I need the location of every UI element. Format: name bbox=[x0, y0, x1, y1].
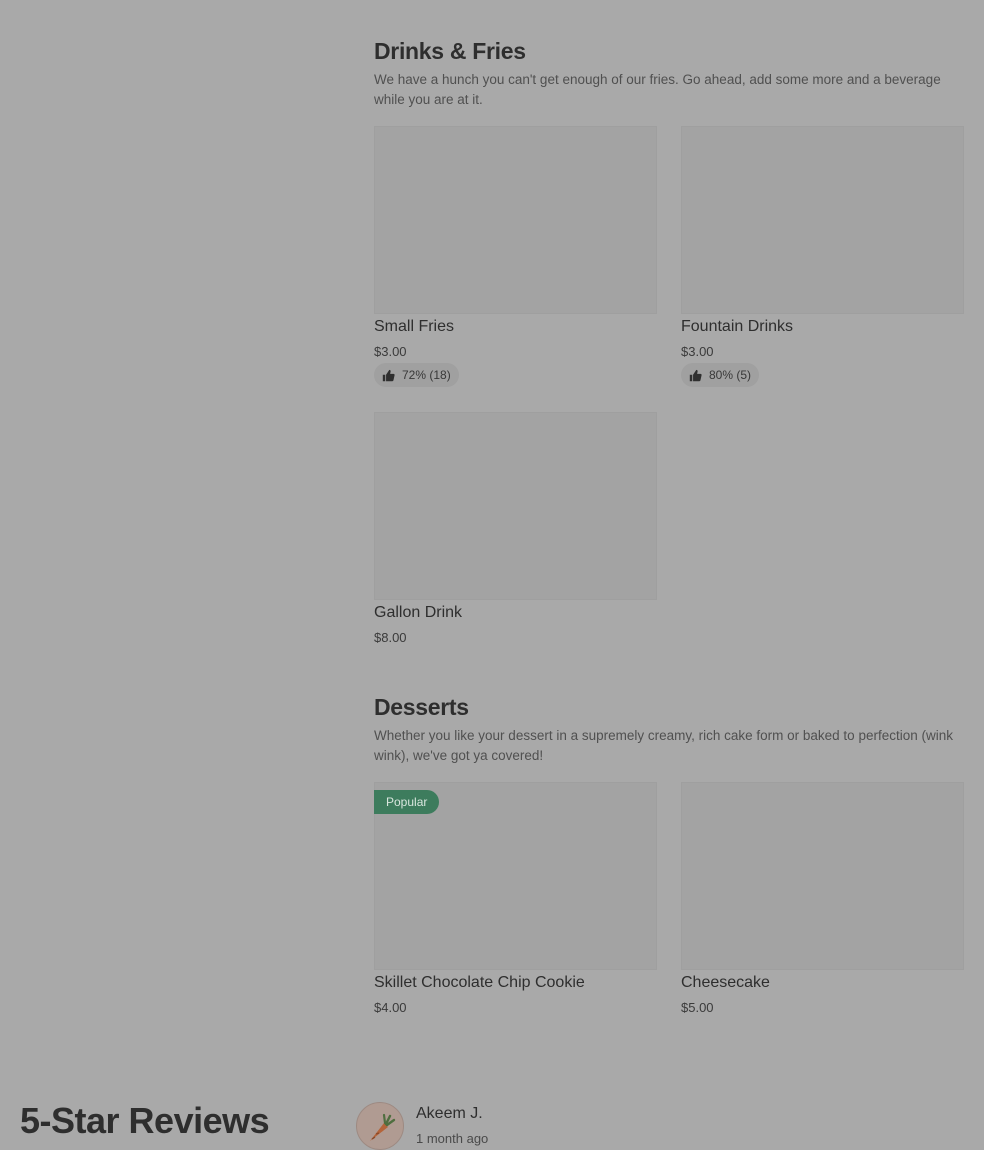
carrot-icon bbox=[370, 1113, 396, 1141]
review-author: Akeem J. bbox=[416, 1105, 483, 1122]
section-description-desserts: Whether you like your dessert in a supre… bbox=[374, 728, 953, 763]
item-name: Skillet Chocolate Chip Cookie bbox=[374, 974, 585, 991]
item-name: Fountain Drinks bbox=[681, 318, 794, 335]
thumbs-up-icon bbox=[689, 369, 702, 381]
item-name: Gallon Drink bbox=[374, 604, 463, 621]
popular-badge: Popular bbox=[374, 790, 440, 814]
item-name: Cheesecake bbox=[681, 974, 770, 991]
section-title-desserts: Desserts bbox=[374, 694, 469, 720]
item-price: $3.00 bbox=[374, 344, 407, 359]
item-image[interactable] bbox=[681, 126, 964, 314]
thumbs-up-icon bbox=[382, 369, 395, 381]
review-time: 1 month ago bbox=[416, 1131, 489, 1146]
section-description-drinks-fries: We have a hunch you can't get enough of … bbox=[374, 72, 941, 107]
item-rating-text: 80% (5) bbox=[709, 368, 752, 382]
item-price: $8.00 bbox=[374, 630, 407, 645]
item-image[interactable] bbox=[374, 412, 657, 600]
reviews-heading: 5-Star Reviews bbox=[20, 1100, 270, 1141]
item-rating-badge: 80% (5) bbox=[681, 363, 760, 387]
item-image[interactable] bbox=[681, 782, 964, 970]
item-name: Small Fries bbox=[374, 318, 455, 335]
item-price: $4.00 bbox=[374, 1000, 407, 1015]
item-rating-badge: 72% (18) bbox=[374, 363, 459, 387]
avatar bbox=[356, 1102, 404, 1150]
item-image[interactable] bbox=[374, 126, 657, 314]
section-title-drinks-fries: Drinks & Fries bbox=[374, 38, 526, 64]
review-card[interactable]: Akeem J. 1 month ago bbox=[356, 1102, 956, 1150]
item-price: $3.00 bbox=[681, 344, 714, 359]
item-price: $5.00 bbox=[681, 1000, 714, 1015]
item-rating-text: 72% (18) bbox=[402, 368, 451, 382]
